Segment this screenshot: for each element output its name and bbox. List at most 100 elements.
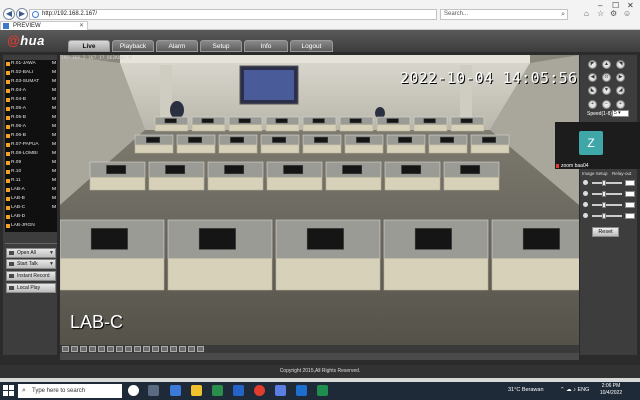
- ptz-zoom-focus-button[interactable]: −: [602, 100, 611, 109]
- camera-list-item[interactable]: R.06-A M: [5, 123, 57, 131]
- taskbar-clock[interactable]: 2:06 PM 10/4/2022: [598, 383, 624, 397]
- zoom-app-icon[interactable]: [275, 385, 286, 396]
- ptz-direction-button[interactable]: ◣: [588, 86, 597, 95]
- camera-list-item[interactable]: LAB-A M: [5, 186, 57, 194]
- video-tool-button[interactable]: [116, 346, 123, 352]
- menu-live[interactable]: Live: [68, 40, 110, 52]
- video-tool-button[interactable]: [152, 346, 159, 352]
- favorites-icon[interactable]: ☆: [597, 9, 604, 19]
- camera-list-item[interactable]: R.02-BALI M: [5, 69, 57, 77]
- video-tool-button[interactable]: [89, 346, 96, 352]
- video-tool-button[interactable]: [98, 346, 105, 352]
- ie-icon[interactable]: [296, 385, 307, 396]
- slider-value-box[interactable]: [625, 202, 635, 208]
- ptz-direction-button[interactable]: ◤: [588, 60, 597, 69]
- maximize-button[interactable]: ☐: [612, 1, 619, 10]
- camera-list-item[interactable]: R.01-JAWA M: [5, 60, 57, 68]
- ptz-direction-button[interactable]: ◢: [616, 86, 625, 95]
- file-explorer-icon[interactable]: [191, 385, 202, 396]
- ptz-direction-button[interactable]: ▼: [602, 86, 611, 95]
- video-tool-button[interactable]: [179, 346, 186, 352]
- video-tool-button[interactable]: [125, 346, 132, 352]
- chevron-down-icon[interactable]: ▼: [49, 260, 54, 268]
- menu-setup[interactable]: Setup: [200, 40, 242, 52]
- menu-playback[interactable]: Playback: [112, 40, 154, 52]
- close-window-button[interactable]: ✕: [627, 1, 634, 10]
- camera-list-item[interactable]: LAB-JRGN: [5, 222, 57, 230]
- camera-list-item[interactable]: R.11 M: [5, 177, 57, 185]
- slider-knob[interactable]: [602, 191, 606, 197]
- tab-close-icon[interactable]: ✕: [79, 22, 84, 30]
- ptz-zoom-focus-button[interactable]: +: [616, 100, 625, 109]
- video-tool-button[interactable]: [80, 346, 87, 352]
- edge-icon[interactable]: [170, 385, 181, 396]
- slider-knob[interactable]: [602, 180, 606, 186]
- store-icon[interactable]: [212, 385, 223, 396]
- slider-value-box[interactable]: [625, 213, 635, 219]
- camera-list-item[interactable]: R.09 M: [5, 159, 57, 167]
- video-tool-button[interactable]: [161, 346, 168, 352]
- brightness-slider[interactable]: [583, 180, 635, 186]
- camera-list-item[interactable]: R.05-B M: [5, 114, 57, 122]
- home-icon[interactable]: ⌂: [584, 9, 589, 19]
- camera-list-item[interactable]: LAB-C M: [5, 204, 57, 212]
- minimize-button[interactable]: –: [598, 1, 602, 10]
- video-tool-button[interactable]: [71, 346, 78, 352]
- taskbar-search-input[interactable]: ⌕ Type here to search: [18, 384, 122, 398]
- browser-search-input[interactable]: Search... ⌕: [440, 9, 568, 20]
- slider-knob[interactable]: [602, 202, 606, 208]
- video-tool-button[interactable]: [197, 346, 204, 352]
- tab-relay-out[interactable]: Relay-out: [612, 171, 631, 176]
- video-tool-button[interactable]: [134, 346, 141, 352]
- video-tool-button[interactable]: [188, 346, 195, 352]
- excel-icon[interactable]: [317, 385, 328, 396]
- open-all-button[interactable]: Open All ▼: [6, 248, 56, 258]
- camera-list-item[interactable]: LAB-B M: [5, 195, 57, 203]
- menu-info[interactable]: Info: [244, 40, 288, 52]
- camera-list-item[interactable]: R.06-B M: [5, 132, 57, 140]
- feedback-icon[interactable]: ☺: [623, 9, 631, 19]
- camera-list-item[interactable]: R.04-B M: [5, 96, 57, 104]
- camera-list-item[interactable]: R.03-SUMAT M: [5, 78, 57, 86]
- ptz-direction-button[interactable]: ◀: [588, 73, 597, 82]
- settings-icon[interactable]: ⚙: [610, 9, 617, 19]
- windows-start-icon[interactable]: [3, 385, 14, 396]
- video-view[interactable]: [59, 55, 597, 345]
- video-tool-button[interactable]: [143, 346, 150, 352]
- weather-widget[interactable]: 31°C Berawan: [508, 387, 544, 393]
- menu-alarm[interactable]: Alarm: [156, 40, 198, 52]
- cortana-icon[interactable]: [128, 385, 139, 396]
- video-tool-button[interactable]: [62, 346, 69, 352]
- video-tool-button[interactable]: [107, 346, 114, 352]
- forward-button[interactable]: ▶: [16, 8, 28, 20]
- ptz-center-button[interactable]: ⊙: [602, 73, 611, 82]
- ptz-direction-button[interactable]: ▲: [602, 60, 611, 69]
- browser-tab[interactable]: PREVIEW ✕: [0, 21, 88, 30]
- camera-list-item[interactable]: R.07-PAPUA M: [5, 141, 57, 149]
- camera-list-item[interactable]: LAB-D: [5, 213, 57, 221]
- chrome-icon[interactable]: [254, 385, 265, 396]
- camera-list[interactable]: R.01-JAWA M R.02-BALI M R.03-SUMAT M R.04-A M R.…: [5, 60, 57, 232]
- slider-value-box[interactable]: [625, 180, 635, 186]
- camera-list-item[interactable]: R.08-LOMBI M: [5, 150, 57, 158]
- contrast-slider[interactable]: [583, 191, 635, 197]
- speed-select[interactable]: 5 ▾: [612, 110, 629, 117]
- saturation-slider[interactable]: [583, 202, 635, 208]
- ptz-direction-button[interactable]: ▶: [616, 73, 625, 82]
- system-tray[interactable]: ⌃ ☁ ♪ ENG: [560, 387, 589, 393]
- start-talk-button[interactable]: Start Talk ▼: [6, 259, 56, 269]
- reset-button[interactable]: Reset: [592, 227, 619, 237]
- ptz-zoom-focus-button[interactable]: +: [588, 100, 597, 109]
- ptz-direction-button[interactable]: ◥: [616, 60, 625, 69]
- task-view-icon[interactable]: [148, 385, 159, 396]
- chevron-down-icon[interactable]: ▼: [49, 249, 54, 257]
- camera-list-item[interactable]: R.10 M: [5, 168, 57, 176]
- instant-record-button[interactable]: Instant Record: [6, 271, 56, 281]
- mail-icon[interactable]: [233, 385, 244, 396]
- back-button[interactable]: ◀: [3, 8, 15, 20]
- hue-slider[interactable]: [583, 213, 635, 219]
- camera-list-item[interactable]: R.05-A M: [5, 105, 57, 113]
- slider-knob[interactable]: [602, 213, 606, 219]
- camera-list-item[interactable]: R.04-A M: [5, 87, 57, 95]
- local-play-button[interactable]: Local Play: [6, 283, 56, 293]
